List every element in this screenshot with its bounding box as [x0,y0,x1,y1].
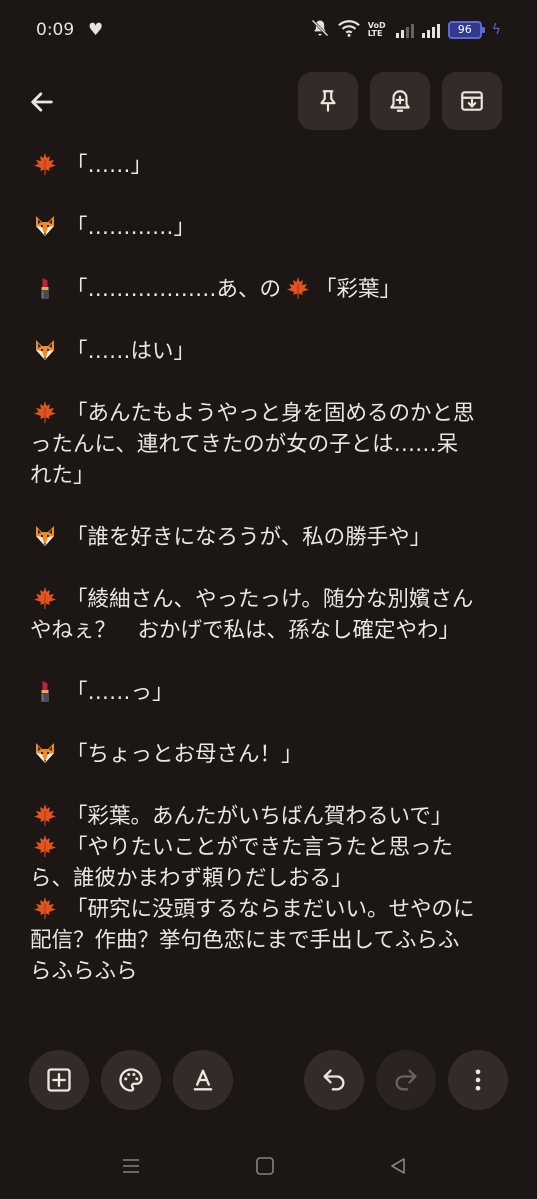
status-bar: 0:09 ♥ VoD LTE 96 ϟ [0,0,537,62]
note-line: 「研究に没頭するならまだいい。せやのに [30,894,520,925]
maple-leaf-icon [33,152,57,176]
note-line: 「彩葉。あんたがいちばん賀わるいで」 [30,801,520,832]
maple-leaf-icon [33,400,57,424]
note-text: 「………………あ、の [66,277,282,302]
charging-icon: ϟ [491,22,501,38]
note-line: 「あんたもようやっと身を固めるのかと思 [30,398,520,429]
note-blank-line [30,770,520,801]
note-text: 「誰を好きになろうが、私の勝手や」 [66,525,432,550]
redo-button[interactable] [376,1050,436,1110]
recents-icon [123,1159,139,1173]
more-vert-icon [475,1069,481,1091]
note-text: 「……」 [66,153,153,178]
status-time: 0:09 [36,20,75,40]
note-blank-line [30,708,520,739]
note-text: 「綾紬さん、やったっけ。随分な別嬪さん [66,587,474,612]
home-button[interactable] [253,1154,277,1178]
maple-leaf-icon [33,896,57,920]
note-blank-line [30,367,520,398]
note-line: ったんに、連れてきたのが女の子とは……呆 [30,432,459,457]
add-reminder-icon [390,90,410,112]
mute-icon [310,18,330,42]
wifi-icon [337,18,360,42]
back-icon [391,1158,405,1174]
archive-icon [461,91,483,111]
note-text: 「彩葉」 [315,277,402,302]
back-arrow-icon [31,92,53,112]
format-button[interactable] [173,1050,233,1110]
note-text: 「ちょっとお母さん！」 [66,742,303,767]
note-blank-line [30,987,520,1018]
note-line: 「……っ」 [30,677,520,708]
maple-leaf-icon [33,803,57,827]
undo-icon [323,1069,345,1091]
back-button[interactable] [24,84,60,120]
note-line: れた」 [30,463,95,488]
note-text: 「やりたいことができた言うたと思った [66,835,454,860]
note-line: ら、誰彼かまわず頼りだしおる」 [30,866,353,891]
note-line: 「……はい」 [30,336,520,367]
note-text: 「研究に没頭するならまだいい。せやのに [66,897,475,922]
fox-icon [36,216,54,236]
note-text: 「……はい」 [66,339,196,364]
note-text: 「あんたもようやっと身を固めるのかと思 [66,401,475,426]
theme-button[interactable] [101,1050,161,1110]
signal-icon-2 [421,22,440,38]
note-line: 「綾紬さん、やったっけ。随分な別嬪さん [30,584,520,615]
note-blank-line [30,243,520,274]
battery-icon: 96 [447,21,485,39]
note-text: 「……っ」 [66,680,174,705]
volte-indicator: VoD LTE [368,22,388,38]
add-box-icon [47,1068,71,1092]
pin-button[interactable] [298,72,358,130]
note-blank-line [30,181,520,212]
archive-button[interactable] [442,72,502,130]
fox-icon [36,743,54,763]
note-line: 「ちょっとお母さん！」 [30,739,520,770]
note-blank-line [30,491,520,522]
maple-leaf-icon [33,834,57,858]
volte-bottom: LTE [367,29,383,38]
note-text: 「彩葉。あんたがいちばん賀わるいで」 [66,804,453,829]
lipstick-icon [41,681,49,702]
nav-back-button[interactable] [386,1154,410,1178]
note-blank-line [30,553,520,584]
undo-button[interactable] [304,1050,364,1110]
more-options-button[interactable] [448,1050,508,1110]
signal-icon [395,22,414,38]
palette-icon [119,1068,143,1092]
home-icon [256,1157,274,1175]
text-format-icon [193,1069,213,1091]
note-blank-line [30,305,520,336]
maple-leaf-icon [286,276,310,300]
note-text: 「…………」 [66,215,196,240]
note-line: 「やりたいことができた言うたと思った [30,832,520,863]
note-line: 「…………」 [30,212,520,243]
note-line: 「………………あ、の 「彩葉」 [30,274,520,305]
note-line: 配信？作曲？挙句色恋にまで手出してふらふ [30,928,460,953]
note-body[interactable]: 「……」 「…………」 「………………あ、の 「彩葉」 「……はい」 「あんたもよ… [30,150,520,1028]
reminder-button[interactable] [370,72,430,130]
heart-icon: ♥ [88,20,104,40]
status-icons: VoD LTE 96 ϟ [310,17,501,43]
maple-leaf-icon [33,586,57,610]
redo-icon [395,1069,417,1091]
note-line: やねぇ？ おかげで私は、孫なし確定やわ」 [30,618,461,643]
note-line: らふらふら [30,959,138,984]
lipstick-icon [41,278,49,299]
fox-icon [36,340,54,360]
note-line: 「……」 [30,150,520,181]
pin-icon [320,90,336,112]
recents-button[interactable] [119,1154,143,1178]
fox-icon [36,526,54,546]
note-line: 「誰を好きになろうが、私の勝手や」 [30,522,520,553]
note-blank-line [30,646,520,677]
add-button[interactable] [29,1050,89,1110]
